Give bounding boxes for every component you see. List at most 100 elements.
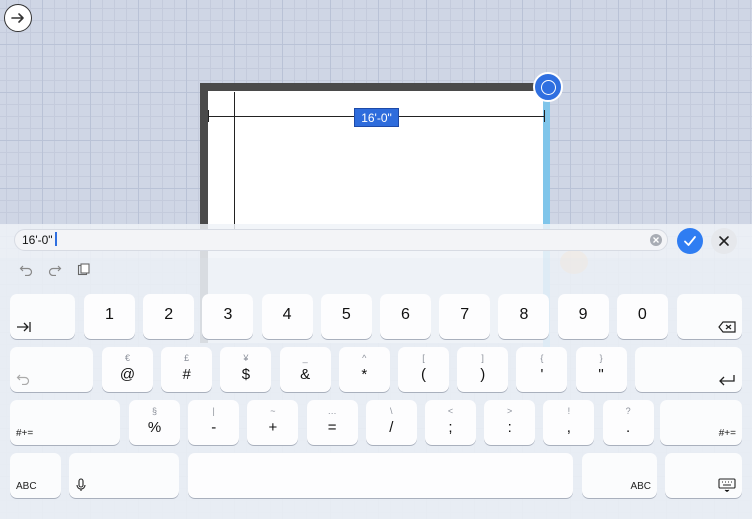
symbols-key-left-label: #+= bbox=[16, 428, 34, 439]
checkmark-icon bbox=[684, 236, 696, 246]
key-equals[interactable]: … = bbox=[306, 400, 358, 445]
key-7-label: 7 bbox=[460, 306, 470, 323]
key-2-label: 2 bbox=[164, 306, 174, 323]
key-plus[interactable]: ~ + bbox=[247, 400, 299, 445]
key-close-paren-label: ) bbox=[480, 366, 486, 383]
key-equals-alt-label: … bbox=[327, 406, 337, 416]
tab-key[interactable] bbox=[10, 294, 75, 339]
return-key[interactable] bbox=[635, 347, 742, 392]
symbols-key-right[interactable]: #+= bbox=[660, 400, 742, 445]
symbols-key-left[interactable]: #+= bbox=[10, 400, 120, 445]
key-hash[interactable]: £ # bbox=[161, 347, 213, 392]
key-ampersand[interactable]: _ & bbox=[279, 347, 331, 392]
key-apostrophe[interactable]: {' bbox=[516, 347, 568, 392]
clear-input-button[interactable] bbox=[650, 234, 662, 246]
key-5[interactable]: 5 bbox=[320, 294, 372, 339]
key-close-paren-alt-label: ] bbox=[481, 353, 484, 363]
key-at[interactable]: € @ bbox=[102, 347, 153, 392]
tab-icon bbox=[17, 322, 31, 332]
key-at-alt-label: € bbox=[124, 353, 130, 363]
measurement-input[interactable] bbox=[14, 229, 668, 251]
key-0[interactable]: 0 bbox=[616, 294, 668, 339]
next-button[interactable] bbox=[4, 4, 32, 32]
dimension-label[interactable]: 16'-0" bbox=[354, 108, 399, 127]
confirm-button[interactable] bbox=[677, 228, 703, 254]
clipboard-icon bbox=[77, 263, 90, 276]
return-icon bbox=[719, 375, 735, 386]
key-colon[interactable]: >: bbox=[484, 400, 536, 445]
key-ampersand-label: & bbox=[300, 366, 311, 383]
key-quote-label: " bbox=[598, 366, 604, 383]
key-apostrophe-label: ' bbox=[540, 366, 544, 383]
key-3[interactable]: 3 bbox=[202, 294, 254, 339]
key-ampersand-alt-label: _ bbox=[302, 353, 308, 363]
key-open-paren-alt-label: [ bbox=[422, 353, 425, 363]
key-1-label: 1 bbox=[105, 306, 114, 323]
key-dollar[interactable]: ¥ $ bbox=[220, 347, 272, 392]
key-comma[interactable]: !, bbox=[543, 400, 595, 445]
key-comma-alt-label: ! bbox=[567, 406, 571, 416]
key-period[interactable]: ?. bbox=[602, 400, 654, 445]
abc-key-right[interactable]: ABC bbox=[582, 453, 657, 498]
key-hash-alt-label: £ bbox=[184, 353, 190, 363]
key-slash-alt-label: \ bbox=[390, 406, 393, 416]
key-period-label: . bbox=[626, 419, 631, 436]
key-asterisk[interactable]: ^ * bbox=[338, 347, 390, 392]
delete-key[interactable] bbox=[677, 294, 742, 339]
redo-button[interactable] bbox=[47, 262, 62, 277]
symbols-key-right-label: #+= bbox=[718, 428, 736, 439]
microphone-icon bbox=[76, 478, 86, 491]
key-semicolon-alt-label: < bbox=[447, 406, 454, 416]
key-minus[interactable]: | - bbox=[188, 400, 240, 445]
key-hash-label: # bbox=[182, 366, 191, 383]
abc-key-left-label: ABC bbox=[16, 481, 37, 492]
undo-button[interactable] bbox=[18, 262, 33, 277]
abc-key-right-label: ABC bbox=[630, 481, 651, 492]
key-7[interactable]: 7 bbox=[439, 294, 491, 339]
key-slash-label: / bbox=[389, 419, 394, 436]
key-plus-alt-label: ~ bbox=[270, 406, 276, 416]
hide-keyboard-key[interactable] bbox=[665, 453, 742, 498]
key-percent[interactable]: §% bbox=[129, 400, 180, 445]
key-4[interactable]: 4 bbox=[261, 294, 313, 339]
keyboard-dismiss-icon bbox=[718, 478, 736, 492]
arrow-right-icon bbox=[11, 13, 24, 23]
key-4-label: 4 bbox=[282, 306, 292, 323]
clear-circle-icon bbox=[653, 237, 659, 243]
key-5-label: 5 bbox=[341, 306, 351, 323]
key-semicolon[interactable]: <; bbox=[425, 400, 476, 445]
key-2[interactable]: 2 bbox=[143, 294, 195, 339]
key-colon-alt-label: > bbox=[507, 406, 513, 416]
undo-key[interactable] bbox=[10, 347, 93, 392]
space-key[interactable] bbox=[188, 453, 573, 498]
key-at-label: @ bbox=[119, 366, 136, 383]
key-close-paren[interactable]: ]) bbox=[457, 347, 509, 392]
text-caret bbox=[55, 232, 57, 246]
keyboard-shortcut-bar bbox=[18, 262, 91, 276]
key-percent-label: % bbox=[147, 419, 162, 436]
paste-button[interactable] bbox=[76, 262, 91, 277]
key-period-alt-label: ? bbox=[625, 406, 631, 416]
corner-handle[interactable] bbox=[533, 72, 563, 102]
handle-ring-icon bbox=[540, 79, 556, 95]
cancel-button[interactable] bbox=[711, 228, 737, 254]
key-quote[interactable]: } " bbox=[575, 347, 627, 392]
key-colon-label: : bbox=[507, 419, 512, 436]
key-dollar-alt-label: ¥ bbox=[243, 353, 249, 363]
key-slash[interactable]: \ / bbox=[365, 400, 417, 445]
key-asterisk-label: * bbox=[361, 366, 368, 383]
interior-guide-line bbox=[234, 92, 235, 232]
key-1[interactable]: 1 bbox=[84, 294, 135, 339]
backspace-icon bbox=[718, 321, 736, 333]
key-9[interactable]: 9 bbox=[557, 294, 609, 339]
measurement-value[interactable]: 16'-0" bbox=[22, 233, 53, 247]
key-open-paren[interactable]: [( bbox=[398, 347, 449, 392]
key-8-label: 8 bbox=[519, 306, 529, 323]
close-icon bbox=[719, 236, 729, 246]
key-8[interactable]: 8 bbox=[498, 294, 550, 339]
key-apostrophe-alt-label: { bbox=[540, 353, 544, 363]
key-percent-alt-label: § bbox=[151, 406, 157, 416]
dictation-key[interactable] bbox=[69, 453, 179, 498]
abc-key-left[interactable]: ABC bbox=[10, 453, 61, 498]
key-6[interactable]: 6 bbox=[380, 294, 431, 339]
